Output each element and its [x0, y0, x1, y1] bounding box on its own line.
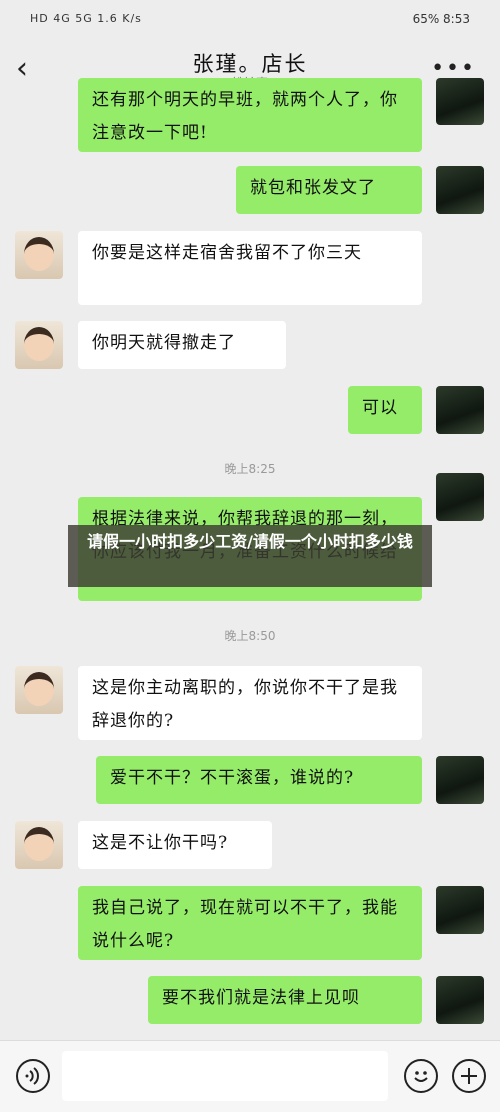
- avatar[interactable]: [436, 473, 484, 521]
- voice-icon[interactable]: [16, 1059, 50, 1093]
- message-input[interactable]: [62, 1051, 388, 1101]
- emoji-icon[interactable]: [404, 1059, 438, 1093]
- status-right: 65% 8:53: [412, 12, 470, 26]
- timestamp: 晚上8:50: [224, 629, 276, 643]
- message-bubble[interactable]: 我自己说了，现在就可以不干了，我能说什么呢?: [78, 886, 422, 960]
- avatar[interactable]: [15, 321, 63, 369]
- avatar[interactable]: [436, 756, 484, 804]
- message-text: 我自己说了，现在就可以不干了，我能说什么呢?: [92, 898, 398, 951]
- message-bubble[interactable]: 这是你主动离职的，你说你不干了是我辞退你的?: [78, 666, 422, 740]
- avatar[interactable]: [436, 886, 484, 934]
- message-text: 这是不让你干吗?: [92, 833, 229, 853]
- avatar[interactable]: [436, 78, 484, 125]
- plus-icon[interactable]: [452, 1059, 486, 1093]
- avatar[interactable]: [436, 386, 484, 434]
- avatar[interactable]: [436, 166, 484, 214]
- status-left: HD 4G 5G 1.6 K/s: [30, 12, 142, 25]
- input-bar: [0, 1040, 500, 1112]
- message-text: 可以: [362, 398, 398, 418]
- message-text: 你明天就得撤走了: [92, 333, 236, 353]
- avatar[interactable]: [15, 821, 63, 869]
- message-bubble[interactable]: 爱干不干？不干滚蛋，谁说的?: [96, 756, 422, 804]
- overlay-caption: 请假一小时扣多少工资/请假一个小时扣多少钱: [68, 525, 432, 587]
- message-bubble[interactable]: 可以: [348, 386, 422, 434]
- message-bubble[interactable]: 你要是这样走宿舍我留不了你三天: [78, 231, 422, 305]
- message-text: 爱干不干？不干滚蛋，谁说的?: [110, 768, 355, 788]
- message-bubble[interactable]: 这是不让你干吗?: [78, 821, 272, 869]
- message-text: 还有那个明天的早班，就两个人了，你注意改一下吧!: [92, 90, 398, 143]
- message-text: 你要是这样走宿舍我留不了你三天: [92, 243, 362, 263]
- status-bar: HD 4G 5G 1.6 K/s 65% 8:53: [0, 0, 500, 44]
- message-bubble[interactable]: 还有那个明天的早班，就两个人了，你注意改一下吧!: [78, 78, 422, 152]
- avatar[interactable]: [15, 231, 63, 279]
- avatar[interactable]: [15, 666, 63, 714]
- message-text: 这是你主动离职的，你说你不干了是我辞退你的?: [92, 678, 398, 731]
- message-text: 要不我们就是法律上见呗: [162, 988, 360, 1008]
- message-bubble[interactable]: 你明天就得撤走了: [78, 321, 286, 369]
- message-text: 就包和张发文了: [250, 178, 376, 198]
- message-bubble[interactable]: 要不我们就是法律上见呗: [148, 976, 422, 1024]
- avatar[interactable]: [436, 976, 484, 1024]
- timestamp: 晚上8:25: [224, 462, 276, 476]
- message-bubble[interactable]: 就包和张发文了: [236, 166, 422, 214]
